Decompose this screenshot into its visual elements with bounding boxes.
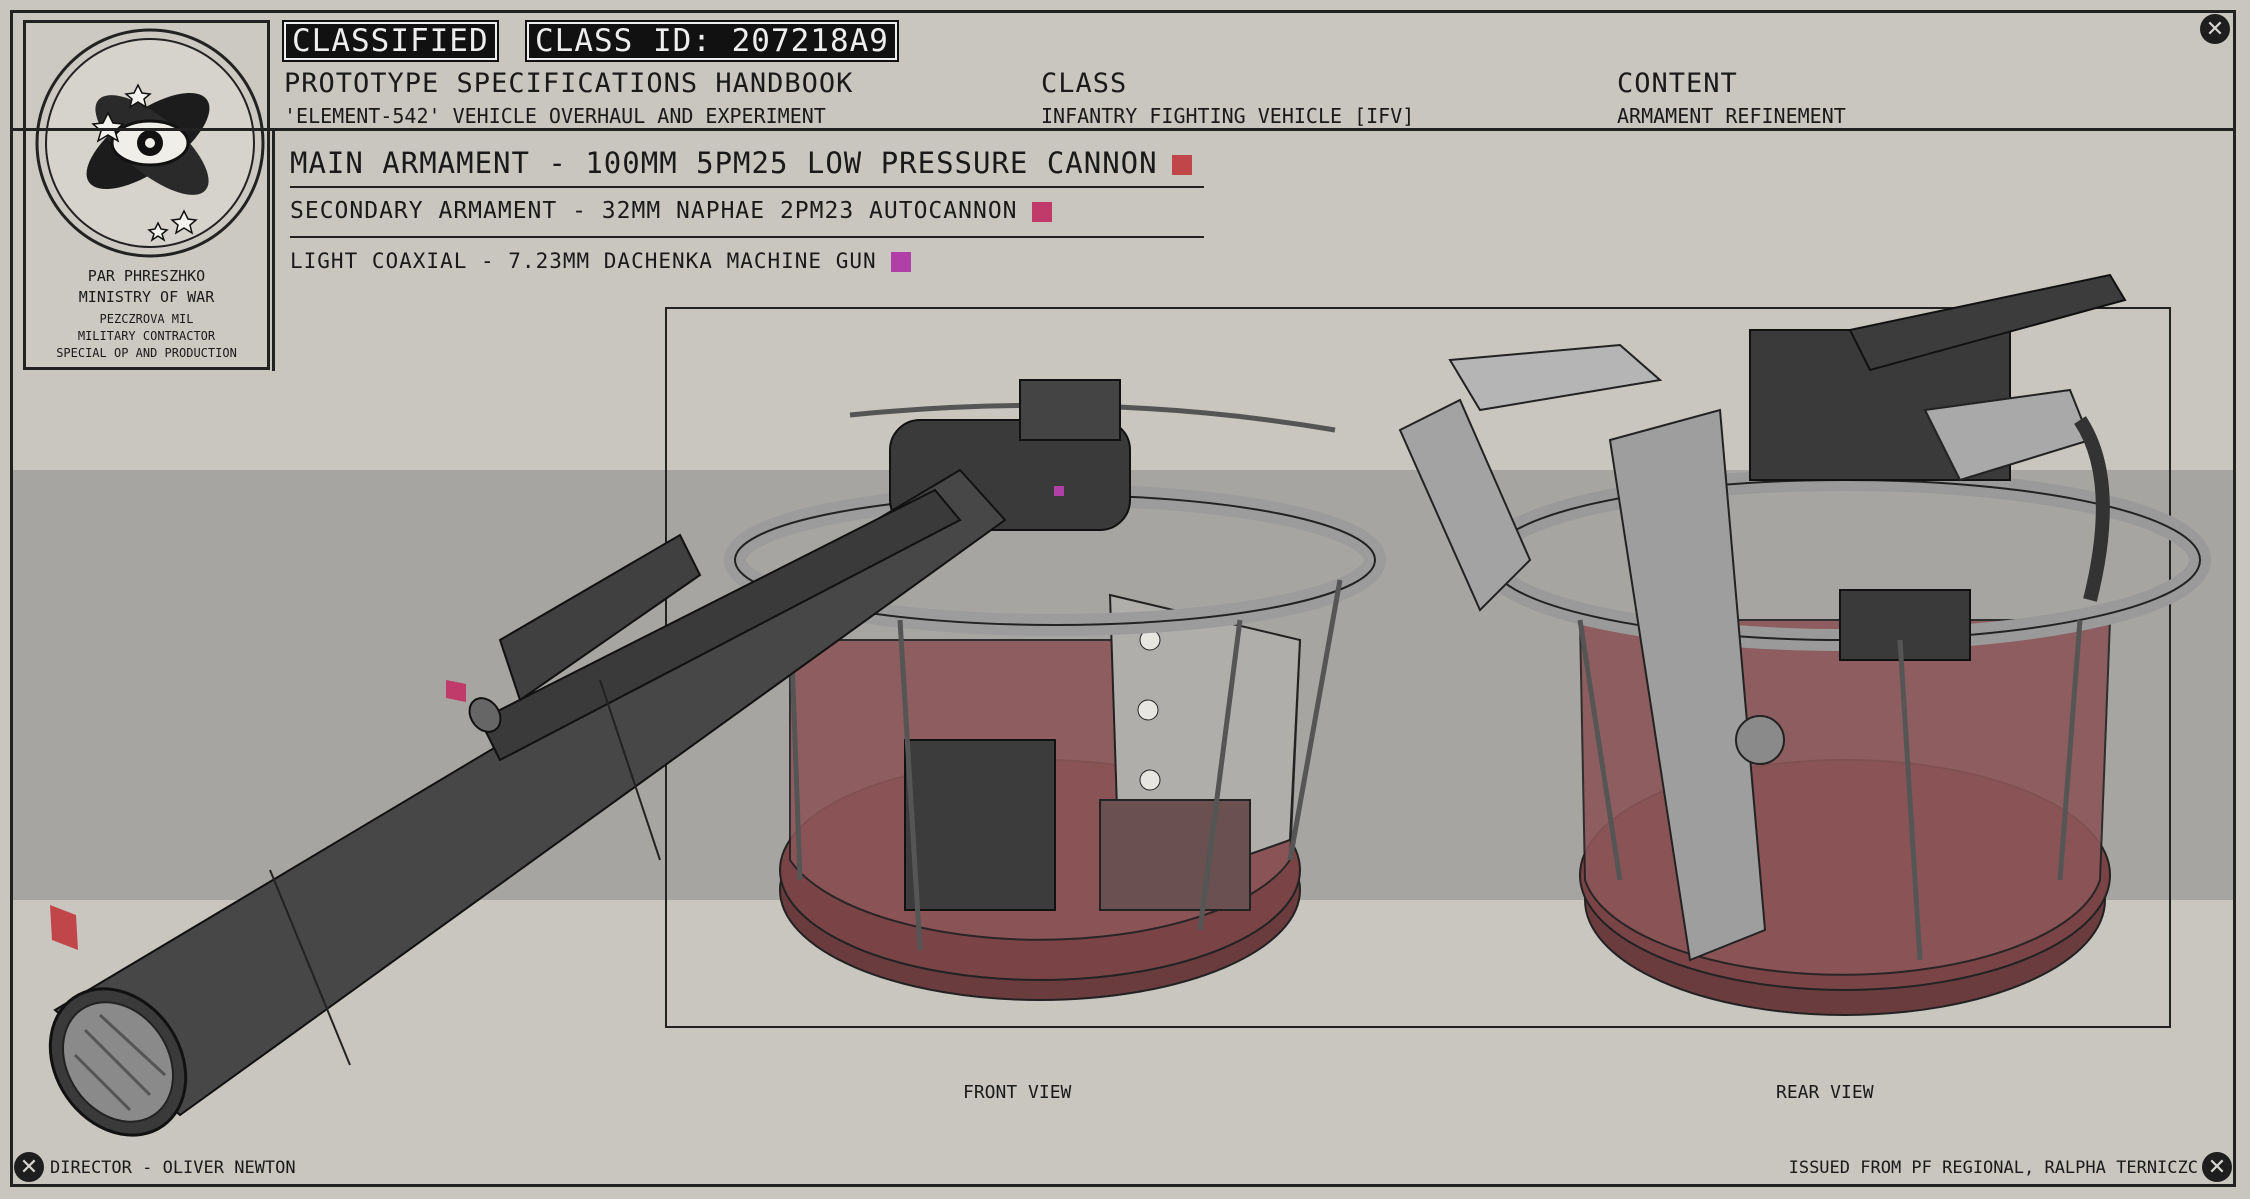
front-turret (724, 379, 1386, 1001)
front-view-label: FRONT VIEW (963, 1082, 1072, 1103)
director-label: DIRECTOR - OLIVER NEWTON (50, 1158, 296, 1178)
main-marker (50, 905, 78, 950)
secondary-marker (446, 680, 466, 702)
rear-view-label: REAR VIEW (1776, 1082, 1874, 1103)
rear-turret (1398, 273, 2211, 1016)
coaxial-marker (1054, 486, 1064, 496)
turret-illustration (48, 273, 2211, 1137)
issued-label: ISSUED FROM PF REGIONAL, RALPHA TERNICZC (1788, 1158, 2198, 1178)
